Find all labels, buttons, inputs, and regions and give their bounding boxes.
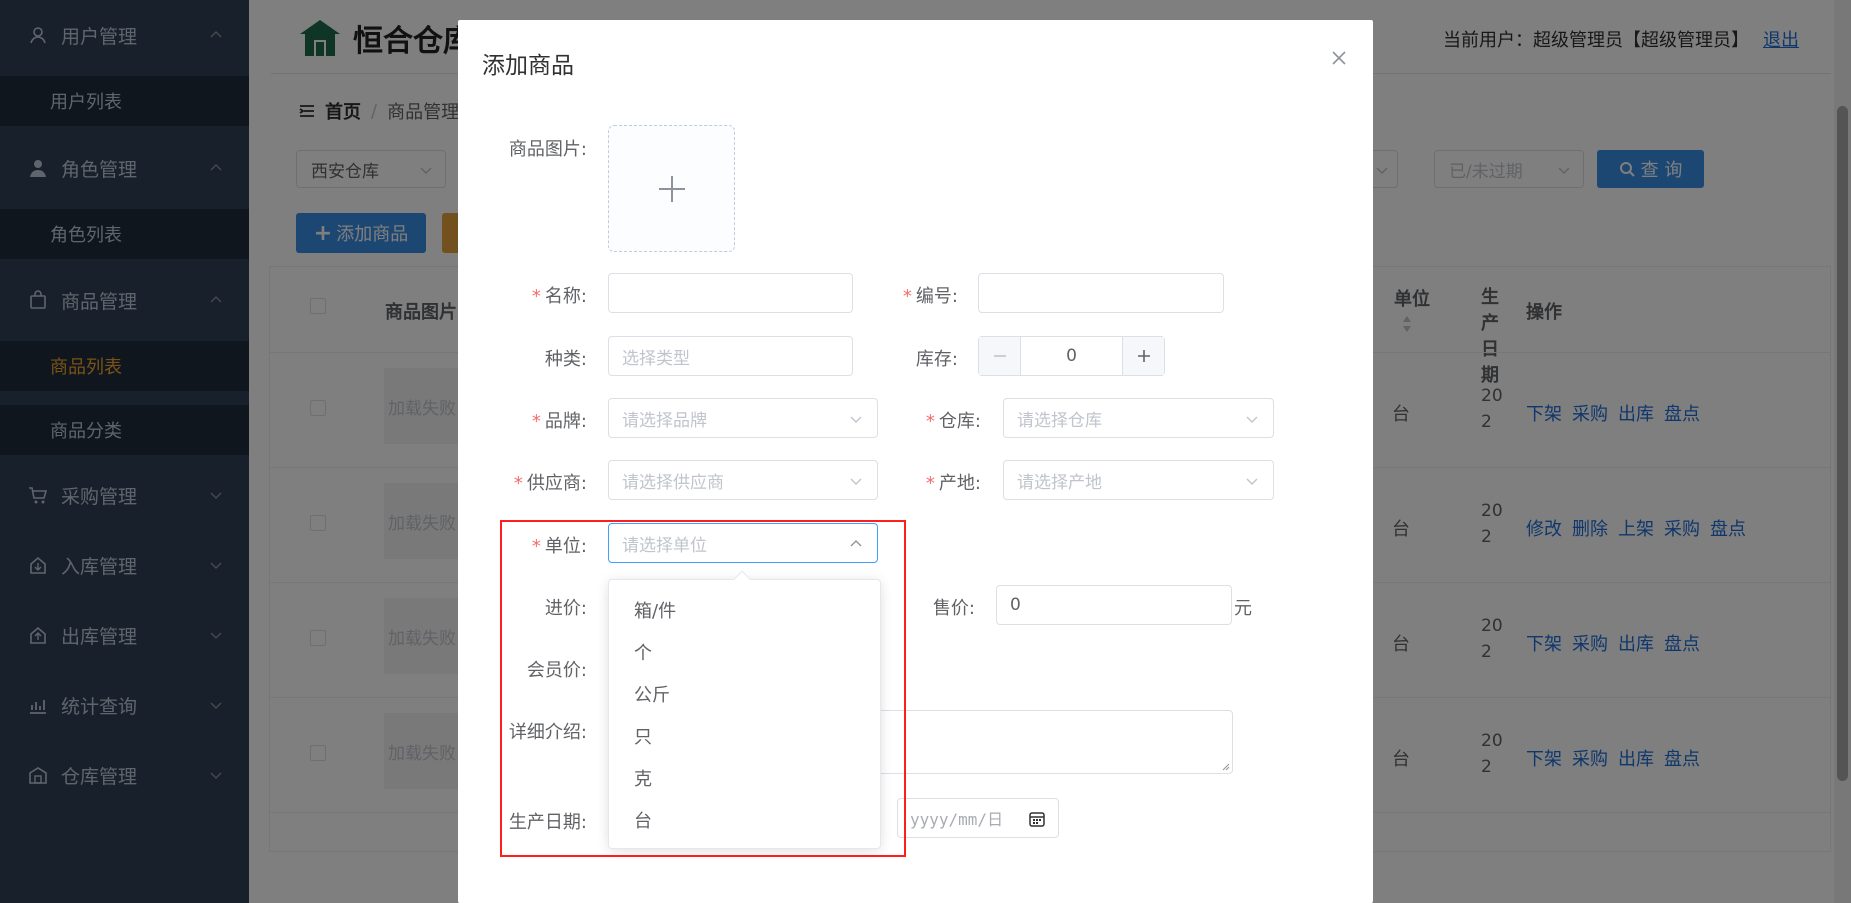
image-upload[interactable]: [608, 125, 735, 252]
label-price: 售价:: [932, 598, 975, 619]
stock-decrement-button[interactable]: [979, 337, 1021, 375]
code-input[interactable]: [978, 273, 1224, 313]
origin-select[interactable]: 请选择产地: [1003, 460, 1274, 500]
date-placeholder: yyyy/mm/日: [910, 810, 1004, 829]
label-brand: * 品牌:: [531, 411, 587, 432]
calendar-icon[interactable]: [1028, 810, 1046, 828]
close-icon[interactable]: [1329, 48, 1349, 68]
chevron-down-icon: [850, 478, 862, 485]
brand-select[interactable]: 请选择品牌: [608, 398, 878, 438]
chevron-down-icon: [1246, 478, 1258, 485]
stock-stepper: 0: [978, 336, 1165, 376]
warehouse-placeholder: 请选择仓库: [1017, 410, 1102, 431]
label-image: 商品图片:: [508, 139, 587, 160]
label-warehouse: * 仓库:: [925, 411, 981, 432]
stock-value[interactable]: 0: [1021, 337, 1122, 375]
price-input[interactable]: 0: [996, 585, 1232, 625]
warehouse-select[interactable]: 请选择仓库: [1003, 398, 1274, 438]
supplier-select[interactable]: 请选择供应商: [608, 460, 878, 500]
origin-placeholder: 请选择产地: [1017, 472, 1102, 493]
price-unit: 元: [1234, 598, 1252, 619]
type-select[interactable]: 选择类型: [608, 336, 853, 376]
label-code-text: 编号:: [915, 286, 958, 307]
label-brand-text: 品牌:: [544, 411, 587, 432]
label-name: * 名称:: [531, 286, 587, 307]
chevron-down-icon: [1246, 416, 1258, 423]
production-date-input[interactable]: yyyy/mm/日: [897, 798, 1059, 838]
plus-icon: [1137, 350, 1150, 362]
name-input[interactable]: [608, 273, 853, 313]
label-origin-text: 产地:: [938, 473, 981, 494]
brand-placeholder: 请选择品牌: [622, 410, 707, 431]
highlight-box: [500, 520, 906, 857]
label-code: * 编号:: [902, 286, 958, 307]
supplier-placeholder: 请选择供应商: [622, 472, 724, 493]
chevron-down-icon: [850, 416, 862, 423]
label-name-text: 名称:: [544, 286, 587, 307]
label-supplier: * 供应商:: [513, 473, 587, 494]
label-supplier-text: 供应商:: [526, 473, 587, 494]
dialog-title: 添加商品: [482, 53, 574, 79]
plus-icon: [659, 176, 685, 202]
label-origin: * 产地:: [925, 473, 981, 494]
description-textarea[interactable]: [868, 710, 1233, 774]
resize-grip-icon[interactable]: [1220, 761, 1230, 771]
label-stock: 库存:: [915, 349, 958, 370]
label-warehouse-text: 仓库:: [938, 411, 981, 432]
minus-icon: [993, 355, 1006, 357]
label-type: 种类:: [544, 349, 587, 370]
stock-increment-button[interactable]: [1122, 337, 1164, 375]
